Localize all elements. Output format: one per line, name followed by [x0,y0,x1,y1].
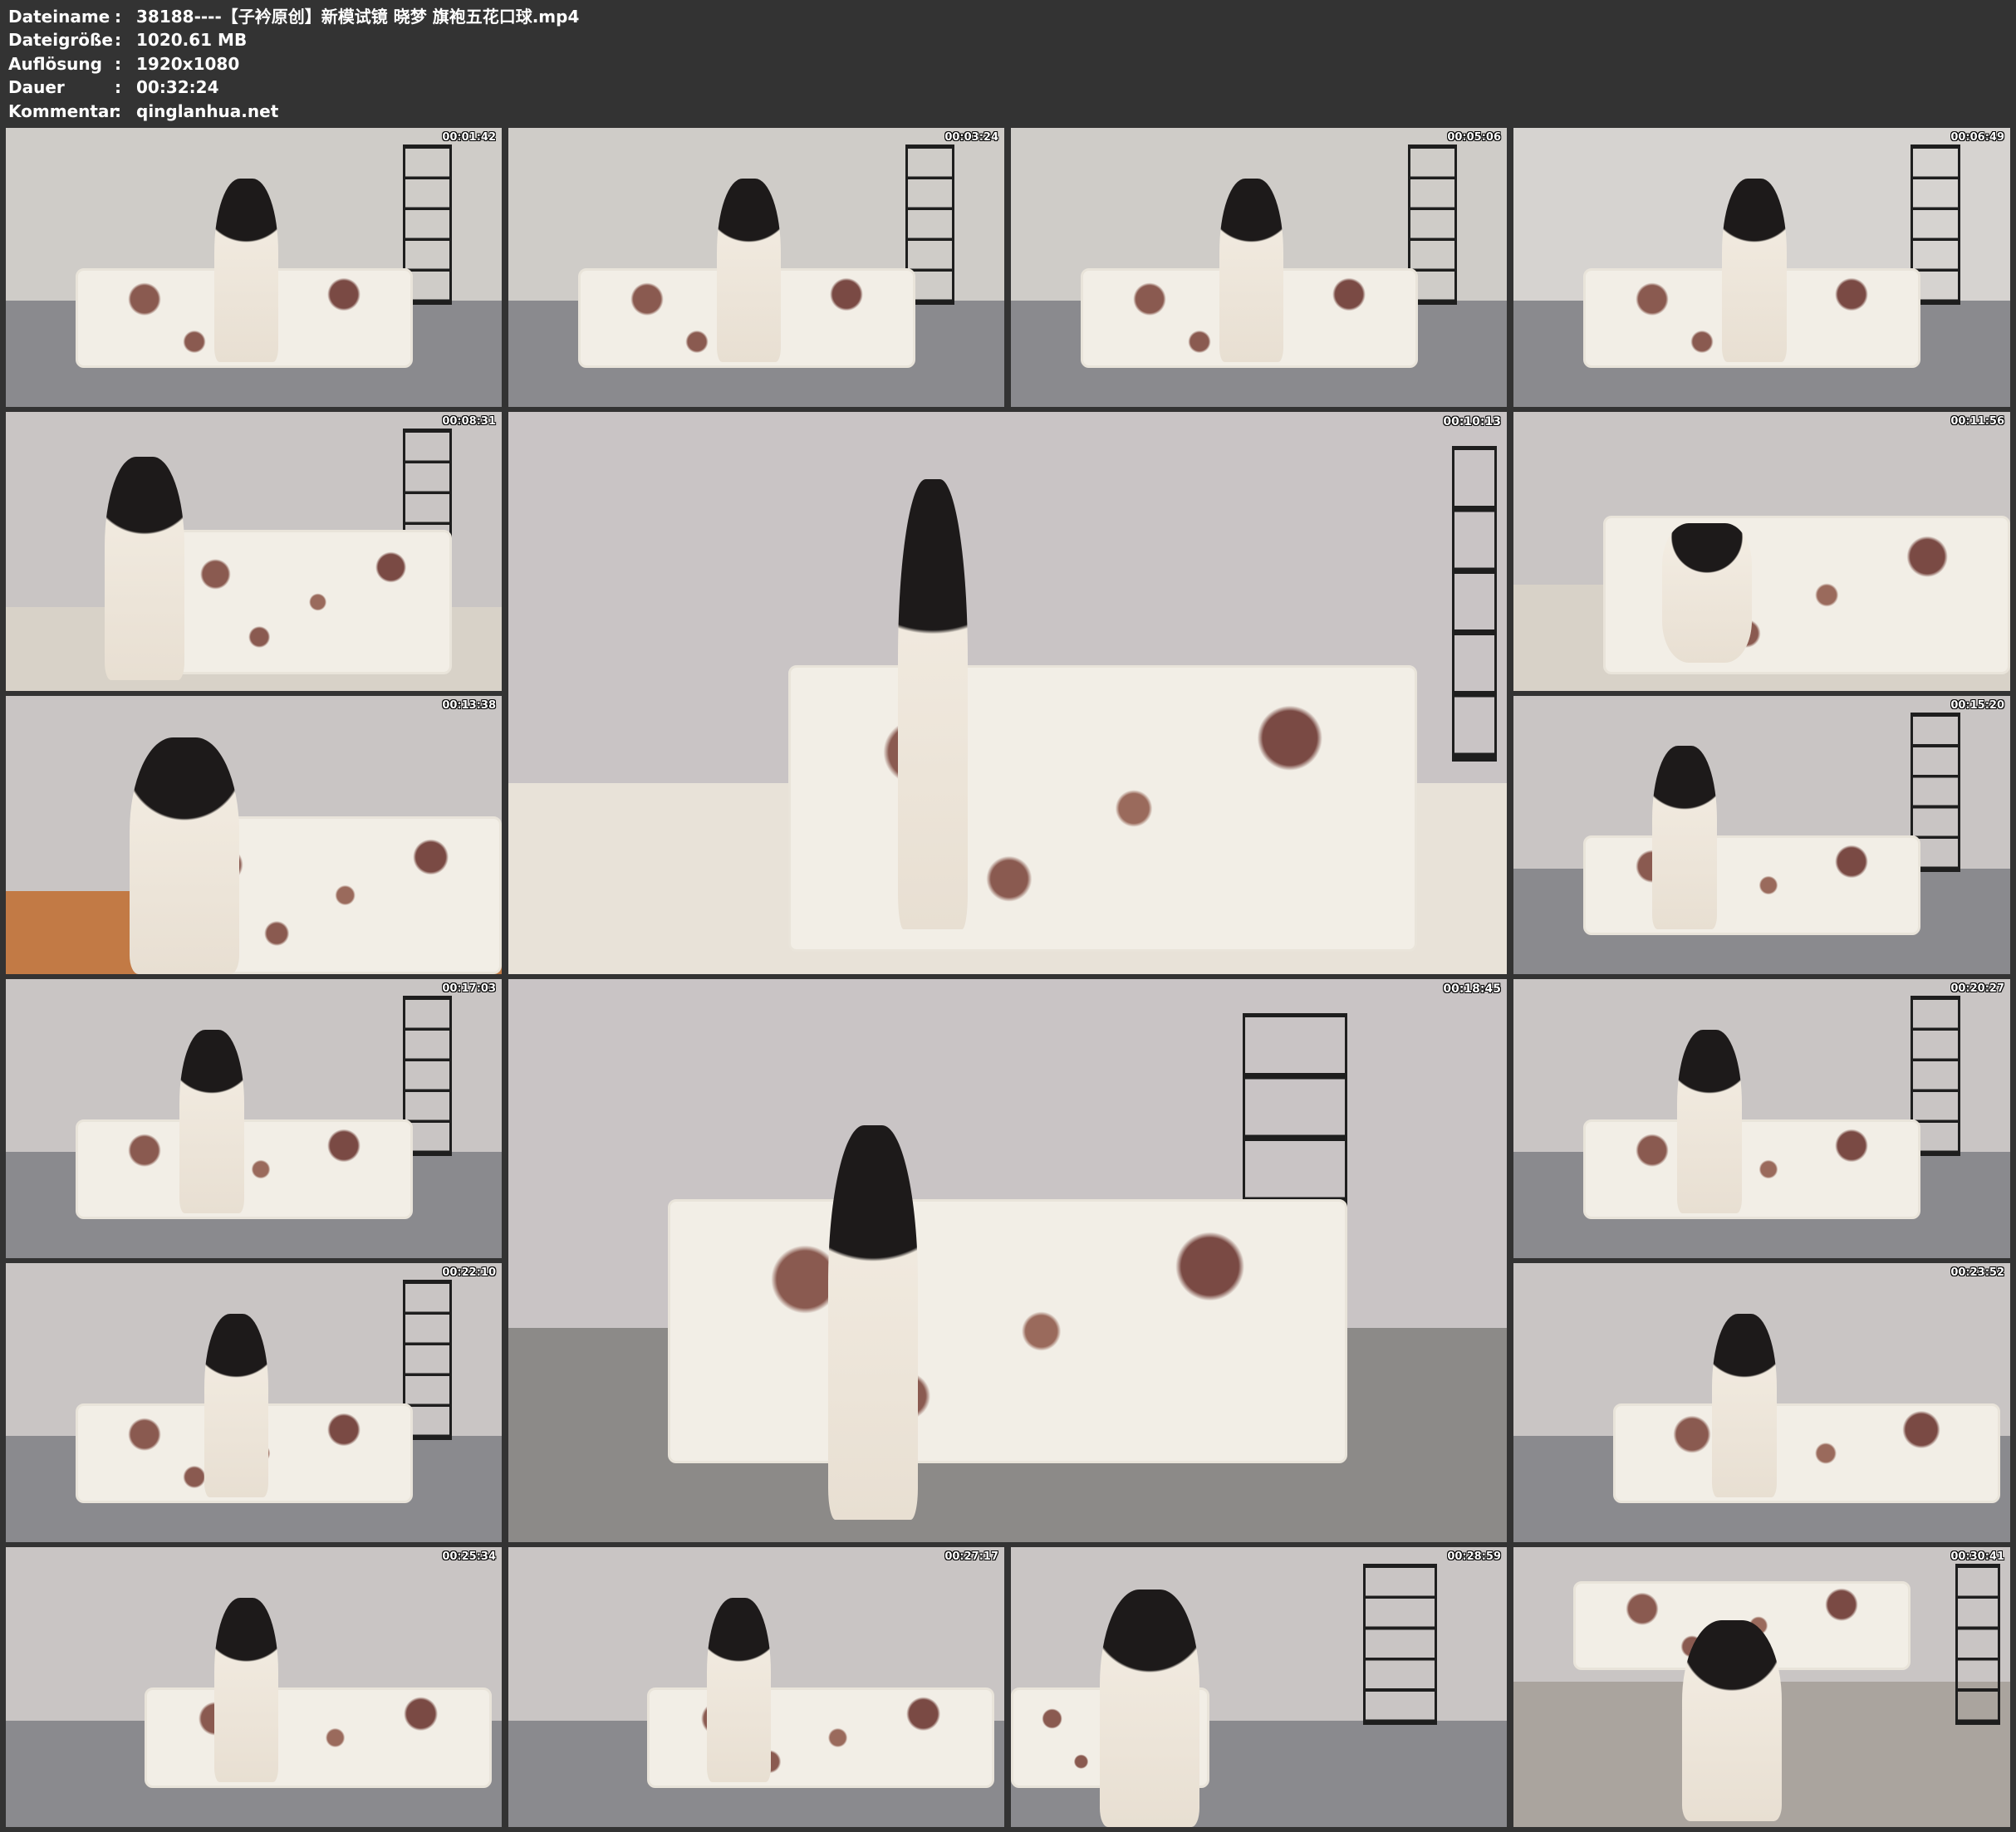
timestamp: 00:25:34 [442,1550,496,1563]
timestamp: 00:17:03 [442,982,496,995]
timestamp: 00:20:27 [1950,982,2004,995]
timestamp: 00:06:49 [1950,131,2004,144]
thumbnail[interactable]: 00:30:41 [1513,1547,2010,1827]
thumbnail[interactable]: 00:13:38 [6,696,502,974]
timestamp: 00:22:10 [442,1266,496,1279]
timestamp: 00:10:13 [1443,415,1501,429]
timestamp: 00:13:38 [442,699,496,712]
timestamp: 00:03:24 [944,131,998,144]
timestamp: 00:18:45 [1443,982,1501,996]
timestamp: 00:28:59 [1447,1550,1501,1563]
thumbnail[interactable]: 00:17:03 [6,979,502,1258]
thumbnail[interactable]: 00:20:27 [1513,979,2010,1258]
thumbnail[interactable]: 00:10:13 [508,412,1507,974]
thumbnail[interactable]: 00:18:45 [508,979,1507,1542]
thumbnail[interactable]: 00:03:24 [508,128,1004,407]
timestamp: 00:23:52 [1950,1266,2004,1279]
timestamp: 00:08:31 [442,415,496,428]
thumbnail[interactable]: 00:25:34 [6,1547,502,1827]
thumbnail[interactable]: 00:23:52 [1513,1263,2010,1542]
timestamp: 00:05:06 [1447,131,1501,144]
thumbnail[interactable]: 00:06:49 [1513,128,2010,407]
thumbnail[interactable]: 00:28:59 [1011,1547,1507,1827]
timestamp: 00:01:42 [442,131,496,144]
thumbnail[interactable]: 00:27:17 [508,1547,1004,1827]
thumbnail[interactable]: 00:08:31 [6,412,502,691]
thumbnail[interactable]: 00:15:20 [1513,696,2010,974]
thumbnail[interactable]: 00:22:10 [6,1263,502,1542]
timestamp: 00:30:41 [1950,1550,2004,1563]
timestamp: 00:27:17 [944,1550,998,1563]
thumbnail[interactable]: 00:01:42 [6,128,502,407]
thumbnail-grid: 00:01:42 00:03:24 00:05:06 00:06:49 00:0… [0,0,2016,1832]
timestamp: 00:15:20 [1950,699,2004,712]
timestamp: 00:11:56 [1950,415,2004,428]
thumbnail[interactable]: 00:05:06 [1011,128,1507,407]
thumbnail[interactable]: 00:11:56 [1513,412,2010,691]
